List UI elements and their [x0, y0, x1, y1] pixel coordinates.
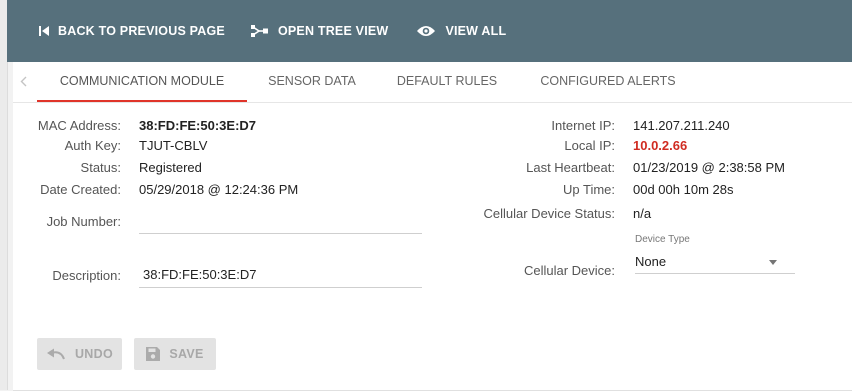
- view-all-button[interactable]: VIEW ALL: [416, 0, 506, 62]
- internet-ip-label: Internet IP:: [551, 118, 615, 133]
- chevron-left-icon[interactable]: [15, 62, 31, 100]
- job-number-input[interactable]: [141, 208, 421, 230]
- device-type-selected-value: None: [635, 254, 667, 269]
- internet-ip-value: 141.207.211.240: [633, 118, 730, 133]
- undo-button[interactable]: UNDO: [37, 338, 122, 370]
- mac-address-label: MAC Address:: [37, 118, 121, 133]
- status-label: Status:: [80, 160, 121, 175]
- tab-configured-alerts[interactable]: CONFIGURED ALERTS: [533, 62, 683, 100]
- eye-icon: [416, 25, 436, 37]
- local-ip-value: 10.0.2.66: [633, 138, 688, 153]
- back-button-label: BACK TO PREVIOUS PAGE: [58, 24, 225, 38]
- status-value: Registered: [139, 160, 202, 175]
- tab-bar: COMMUNICATION MODULE SENSOR DATA DEFAULT…: [13, 62, 852, 103]
- auth-key-value: TJUT-CBLV: [139, 138, 208, 153]
- cellular-device-status-value: n/a: [633, 206, 652, 221]
- skip-previous-icon: [39, 26, 49, 36]
- job-number-underline: [139, 233, 422, 234]
- description-underline: [139, 287, 422, 288]
- view-all-label: VIEW ALL: [445, 24, 507, 38]
- cellular-device-label: Cellular Device:: [523, 263, 615, 278]
- tab-label: COMMUNICATION MODULE: [59, 74, 225, 88]
- local-ip-label: Local IP:: [564, 138, 615, 153]
- device-type-floating-label: Device Type: [635, 234, 690, 245]
- description-label: Description:: [52, 268, 121, 283]
- last-heartbeat-value: 01/23/2019 @ 2:38:58 PM: [633, 160, 785, 175]
- tab-default-rules[interactable]: DEFAULT RULES: [391, 62, 503, 100]
- save-icon: [146, 347, 161, 361]
- top-toolbar: BACK TO PREVIOUS PAGE OPEN TREE VIEW VIE…: [7, 0, 852, 62]
- job-number-label: Job Number:: [46, 214, 121, 229]
- undo-icon: [46, 348, 66, 360]
- save-button-label: SAVE: [169, 347, 204, 361]
- date-created-label: Date Created:: [40, 182, 121, 197]
- undo-button-label: UNDO: [74, 347, 113, 361]
- mac-address-value: 38:FD:FE:50:3E:D7: [139, 118, 257, 133]
- back-to-previous-page-button[interactable]: BACK TO PREVIOUS PAGE: [39, 0, 225, 62]
- tab-communication-module[interactable]: COMMUNICATION MODULE: [37, 62, 247, 102]
- chevron-down-icon: [769, 260, 777, 265]
- auth-key-label: Auth Key:: [64, 138, 121, 153]
- save-button[interactable]: SAVE: [134, 338, 216, 370]
- tab-label: DEFAULT RULES: [396, 74, 498, 88]
- date-created-value: 05/29/2018 @ 12:24:36 PM: [139, 182, 299, 197]
- tree-icon: [250, 25, 269, 37]
- up-time-value: 00d 00h 10m 28s: [633, 182, 734, 197]
- last-heartbeat-label: Last Heartbeat:: [526, 160, 615, 175]
- open-tree-view-label: OPEN TREE VIEW: [277, 24, 389, 38]
- open-tree-view-button[interactable]: OPEN TREE VIEW: [250, 0, 389, 62]
- description-input[interactable]: [143, 263, 421, 285]
- up-time-label: Up Time:: [562, 182, 615, 197]
- tab-label: CONFIGURED ALERTS: [540, 74, 676, 88]
- tab-sensor-data[interactable]: SENSOR DATA: [263, 62, 361, 100]
- device-type-select[interactable]: Device Type None: [635, 232, 795, 276]
- device-type-underline: [635, 273, 795, 274]
- communication-module-card: COMMUNICATION MODULE SENSOR DATA DEFAULT…: [13, 62, 852, 391]
- cellular-device-status-label: Cellular Device Status:: [483, 206, 616, 221]
- tab-label: SENSOR DATA: [268, 74, 356, 88]
